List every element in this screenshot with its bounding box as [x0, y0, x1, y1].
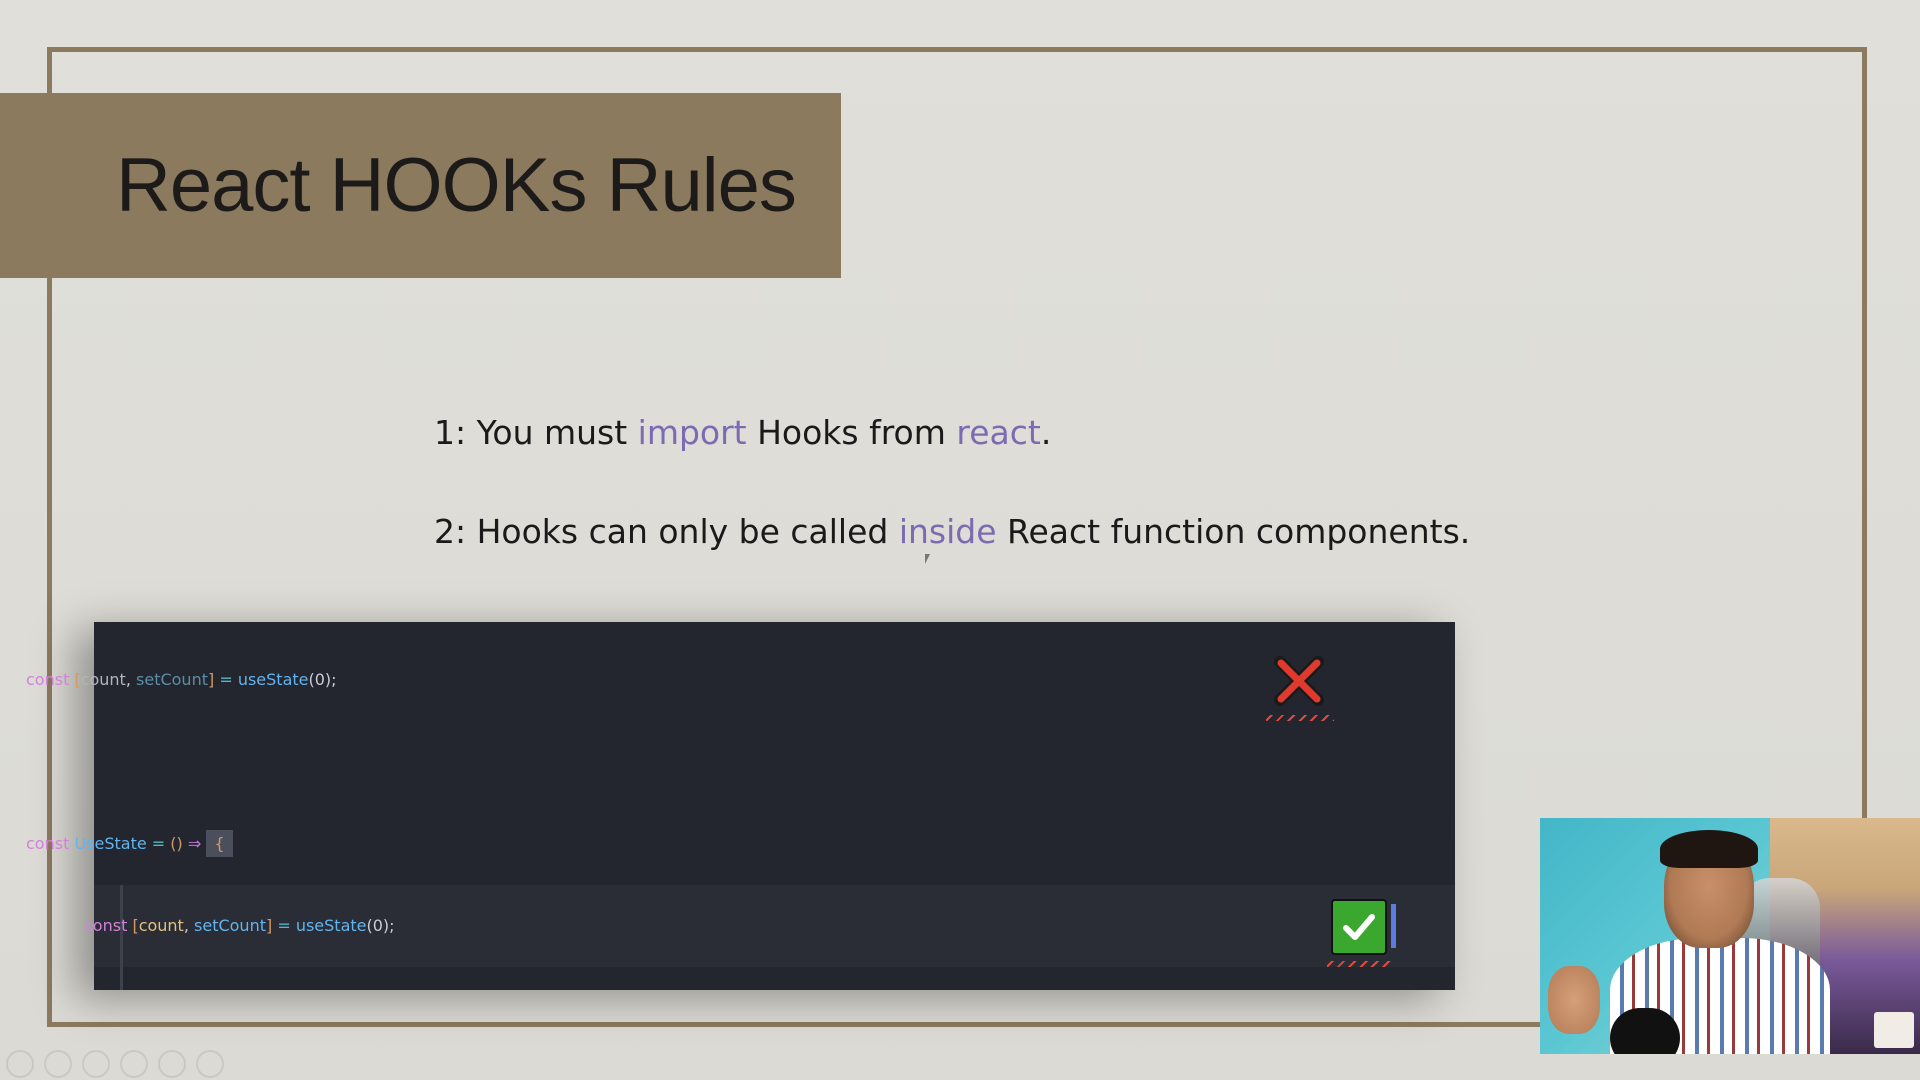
- text-cursor: [1391, 904, 1396, 948]
- grid-icon[interactable]: [120, 1050, 148, 1078]
- code-variable: count: [138, 916, 184, 935]
- title-band: React HOOKs Rules: [0, 93, 841, 278]
- error-squiggle: [1266, 715, 1334, 721]
- pen-icon[interactable]: [82, 1050, 110, 1078]
- code-function: useState: [295, 916, 367, 935]
- code-variable: count: [80, 670, 126, 689]
- rule-text: 2: Hooks can only be called: [434, 512, 899, 551]
- rule-text: React function components.: [996, 512, 1471, 551]
- code-line-2: const UseState = () ⇒ {: [26, 814, 233, 874]
- code-punct: ,: [183, 916, 189, 935]
- rules-list: 1: You must import Hooks from react. 2: …: [434, 408, 1470, 557]
- code-parens: (): [170, 834, 183, 853]
- code-operator: =: [277, 916, 291, 935]
- webcam-presenter-hand: [1548, 966, 1600, 1034]
- rule-text: .: [1040, 413, 1052, 452]
- webcam-overlay: [1540, 818, 1920, 1054]
- slide-title: React HOOKs Rules: [116, 143, 797, 228]
- microphone: [1610, 1008, 1680, 1054]
- next-slide-icon[interactable]: [44, 1050, 72, 1078]
- rule-highlight: inside: [898, 512, 997, 551]
- rule-2: 2: Hooks can only be called inside React…: [434, 507, 1470, 557]
- code-operator: =: [219, 670, 233, 689]
- check-mark-icon: [1331, 899, 1387, 955]
- rule-1: 1: You must import Hooks from react.: [434, 408, 1470, 458]
- code-punct: ,: [125, 670, 131, 689]
- presentation-toolbar: [6, 1050, 224, 1078]
- code-line-3: const [count, setCount] = useState(0);: [84, 896, 395, 956]
- code-operator: =: [151, 834, 166, 853]
- rule-text: 1: You must: [434, 413, 638, 452]
- code-function: useState: [237, 670, 309, 689]
- rule-highlight: import: [637, 413, 747, 452]
- zoom-icon[interactable]: [158, 1050, 186, 1078]
- rule-highlight: react: [956, 413, 1041, 452]
- x-mark-icon: [1272, 654, 1326, 708]
- code-args: (0);: [366, 916, 395, 935]
- previous-slide-icon[interactable]: [6, 1050, 34, 1078]
- code-arrow: ⇒: [187, 834, 202, 853]
- code-brace: {: [206, 830, 233, 857]
- code-keyword: const: [26, 834, 70, 853]
- code-args: (0);: [308, 670, 337, 689]
- code-variable: setCount: [136, 670, 208, 689]
- code-keyword: const: [26, 670, 70, 689]
- code-bracket: ]: [207, 670, 215, 689]
- code-variable: setCount: [194, 916, 266, 935]
- channel-logo: [1874, 1012, 1914, 1048]
- mouse-pointer-icon: [925, 554, 935, 564]
- code-identifier: UseState: [74, 834, 147, 853]
- more-icon[interactable]: [196, 1050, 224, 1078]
- rule-text: Hooks from: [746, 413, 957, 452]
- error-squiggle: [1327, 961, 1393, 967]
- webcam-presenter-hair: [1660, 830, 1758, 868]
- code-line-1: const [count, setCount] = useState(0);: [26, 650, 337, 710]
- code-bracket: ]: [265, 916, 273, 935]
- code-keyword: const: [84, 916, 128, 935]
- presentation-slide: React HOOKs Rules 1: You must import Hoo…: [0, 0, 1920, 1080]
